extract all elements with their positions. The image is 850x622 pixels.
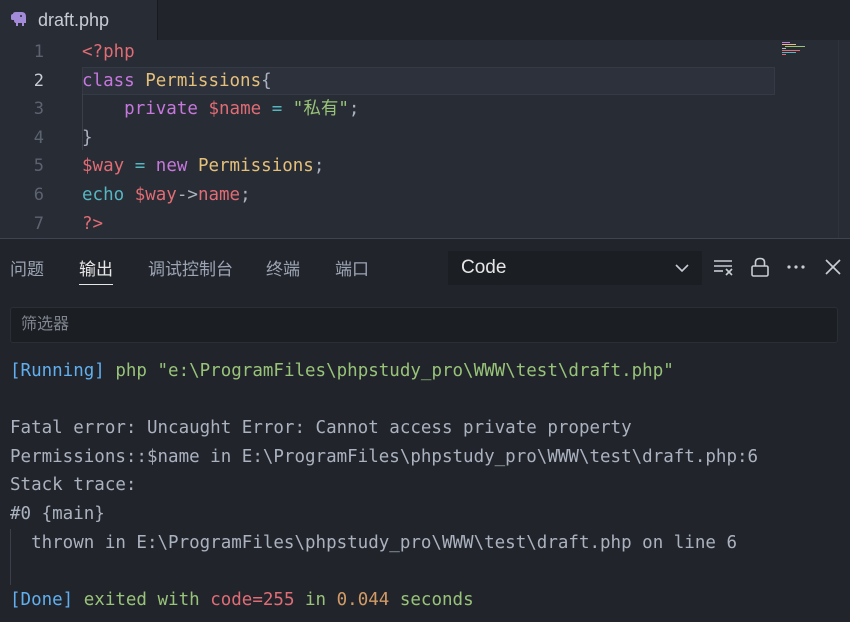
output-token: Fatal error: Uncaught Error: Cannot acce… [10, 418, 632, 439]
code-text: } [82, 124, 93, 152]
code-token: private [124, 99, 198, 120]
minimap[interactable] [782, 40, 812, 60]
code-line[interactable]: 6 echo $way->name; [0, 181, 850, 209]
output-line: thrown in E:\ProgramFiles\phpstudy_pro\W… [10, 529, 840, 557]
output-channel-select[interactable]: Code [448, 251, 702, 285]
line-number: 3 [33, 99, 44, 120]
editor-tab-bar: draft.php [0, 0, 850, 40]
output-token: in [294, 589, 337, 610]
filter-input[interactable] [11, 308, 837, 342]
code-token: ; [348, 99, 360, 120]
tab-ports[interactable]: 端口 [335, 255, 369, 281]
output-token: 0.044 [336, 589, 390, 610]
code-token: "私有" [292, 99, 349, 120]
line-number: 4 [33, 127, 44, 148]
code-token: = [134, 156, 146, 177]
code-token: <?php [82, 42, 135, 62]
line-number: 6 [33, 185, 44, 205]
code-token: ; [240, 185, 251, 205]
bottom-panel: 问题 输出 调试控制台 终端 端口 Code 筛选器 [Running] php… [0, 238, 850, 622]
code-token: -> [176, 185, 198, 205]
code-line[interactable]: 7 ?> [0, 210, 850, 238]
line-number: 2 [33, 70, 44, 91]
output-token: php "e:\ProgramFiles\phpstudy_pro\WWW\te… [104, 361, 674, 381]
code-token: } [82, 127, 93, 148]
code-token: name [197, 185, 241, 205]
output-channel-value: Code [461, 257, 507, 278]
tab-problems[interactable]: 问题 [10, 255, 44, 281]
output-token: [Running] [10, 361, 105, 381]
code-token: = [271, 99, 283, 120]
line-number: 1 [33, 42, 44, 62]
code-token: $name [208, 99, 262, 120]
output-token: Permissions::$name in E:\ProgramFiles\ph… [10, 446, 759, 467]
code-text: class Permissions{ [82, 67, 272, 95]
chevron-down-icon [675, 264, 689, 273]
code-token: { [261, 70, 272, 91]
more-icon[interactable] [785, 256, 807, 278]
code-line[interactable]: 5 $way = new Permissions; [0, 152, 850, 180]
code-token: new [155, 156, 188, 177]
output-token: code=255 [210, 589, 295, 610]
output-token: [Done] [10, 589, 74, 610]
code-line[interactable]: 4} [0, 124, 850, 152]
clear-output-icon[interactable] [712, 256, 734, 278]
code-token: ?> [82, 213, 104, 234]
php-elephant-icon [11, 12, 26, 26]
output-line: #0 {main} [10, 500, 840, 528]
tab-debug-console[interactable]: 调试控制台 [148, 255, 233, 281]
output-line: Permissions::$name in E:\ProgramFiles\ph… [10, 443, 840, 471]
code-token: $way [82, 156, 125, 177]
output-indent-guide [10, 529, 11, 585]
line-number: 7 [33, 213, 44, 234]
code-token: ; [313, 156, 325, 177]
tab-output[interactable]: 输出 [79, 255, 113, 285]
line-number: 5 [33, 156, 44, 177]
code-text: ?> [82, 210, 103, 238]
output-line: Fatal error: Uncaught Error: Cannot acce… [10, 414, 840, 442]
output-filter [10, 307, 838, 343]
code-line[interactable]: 1 <?php [0, 38, 850, 66]
code-token: $way [134, 185, 177, 205]
code-text: echo $way->name; [82, 181, 251, 209]
code-token: echo [82, 185, 125, 205]
code-token: class [82, 70, 135, 91]
output-token: #0 {main} [10, 504, 105, 524]
code-token: Permissions [145, 70, 262, 91]
code-line[interactable]: 2 class Permissions{ [0, 66, 850, 95]
code-text: <?php [82, 38, 135, 66]
output-token: Stack trace: [10, 475, 137, 496]
close-icon[interactable] [822, 256, 844, 278]
indent-guide [82, 94, 83, 150]
code-editor[interactable]: 1 <?php 2 class Permissions{3 private $name… [0, 40, 850, 238]
editor-vertical-scrollbar[interactable] [838, 40, 850, 238]
code-token: Permissions [197, 156, 314, 177]
editor-tab-draft-php[interactable]: draft.php [0, 0, 158, 40]
output-token: exited with [73, 589, 211, 610]
output-line: [Done] exited with code=255 in 0.044 sec… [10, 586, 840, 614]
output-line: Stack trace: [10, 471, 840, 499]
code-line[interactable]: 3 private $name = "私有"; [0, 95, 850, 123]
code-text: $way = new Permissions; [82, 152, 324, 180]
editor-tab-label: draft.php [38, 10, 110, 30]
lock-icon[interactable] [749, 256, 771, 278]
output-token: seconds [389, 589, 474, 610]
panel-tab-bar: 问题 输出 调试控制台 终端 端口 Code [0, 239, 850, 295]
tab-terminal[interactable]: 终端 [266, 255, 300, 281]
output-line: [Running] php "e:\ProgramFiles\phpstudy_… [10, 357, 840, 385]
code-text: private $name = "私有"; [82, 95, 359, 123]
output-token: thrown in E:\ProgramFiles\phpstudy_pro\W… [10, 532, 737, 553]
